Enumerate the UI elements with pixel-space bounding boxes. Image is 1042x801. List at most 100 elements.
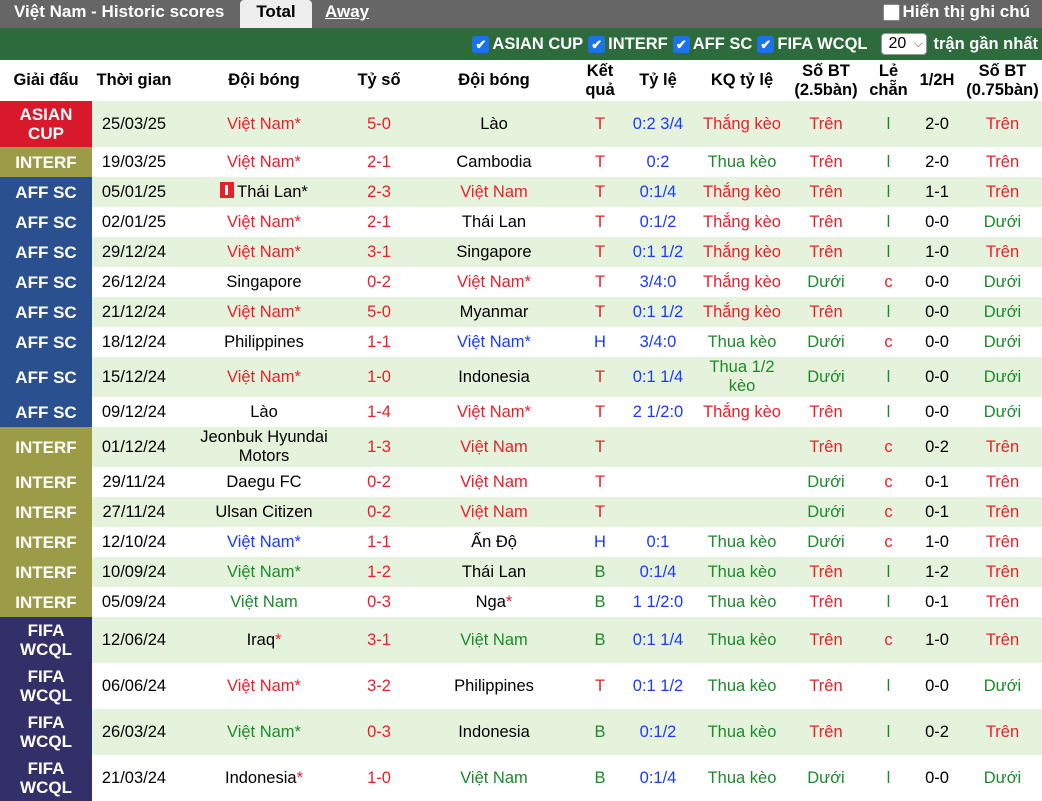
home-team-name: Việt Nam* — [227, 152, 301, 171]
score-cell: 3-2 — [352, 663, 406, 709]
date-cell: 02/01/25 — [92, 207, 176, 237]
check-icon[interactable]: ✔ — [757, 35, 775, 53]
over-under-cell: Trên — [786, 177, 866, 207]
handicap-cell: 0:1 1/4 — [618, 617, 698, 663]
over-under-cell: Trên — [786, 101, 866, 147]
home-team-cell: Indonesia* — [176, 755, 352, 801]
home-team-cell: Việt Nam* — [176, 207, 352, 237]
handicap-cell: 3/4:0 — [618, 327, 698, 357]
half-time-cell: 0-1 — [911, 467, 963, 497]
home-team-name: Việt Nam* — [227, 676, 301, 695]
score-cell: 1-4 — [352, 397, 406, 427]
over-under-cell: Dưới — [786, 327, 866, 357]
home-team-cell: Việt Nam* — [176, 147, 352, 177]
handicap-result-cell: Thắng kèo — [698, 101, 786, 147]
match-count-select[interactable]: 20 ⌵ — [881, 33, 928, 55]
date-cell: 15/12/24 — [92, 357, 176, 397]
over-under-cell: Dưới — [786, 527, 866, 557]
filter-asian-cup[interactable]: ✔ ASIAN CUP — [472, 35, 583, 54]
score-cell: 0-2 — [352, 467, 406, 497]
date-cell: 25/03/25 — [92, 101, 176, 147]
score-cell: 1-2 — [352, 557, 406, 587]
home-team-name: Thái Lan* — [237, 183, 308, 201]
over-under-cell: Trên — [786, 557, 866, 587]
tab-total[interactable]: Total — [240, 0, 312, 28]
filter-label: AFF SC — [692, 34, 753, 53]
competition-cell: AFF SC — [0, 237, 92, 267]
date-cell: 29/11/24 — [92, 467, 176, 497]
over-under-075-cell: Trên — [963, 427, 1042, 467]
check-icon[interactable]: ✔ — [672, 35, 690, 53]
handicap-cell — [618, 497, 698, 527]
over-under-075-cell: Trên — [963, 557, 1042, 587]
handicap-cell: 0:1 1/4 — [618, 357, 698, 397]
over-under-075-cell: Trên — [963, 709, 1042, 755]
score-cell: 1-0 — [352, 755, 406, 801]
away-team-cell: Lào — [406, 101, 582, 147]
table-row: AFF SC 09/12/24 Lào 1-4 Việt Nam* T 2 1/2:0 Thắ… — [0, 397, 1042, 427]
date-cell: 01/12/24 — [92, 427, 176, 467]
check-icon[interactable]: ✔ — [588, 35, 606, 53]
competition-cell: INTERF — [0, 557, 92, 587]
score-cell: 0-3 — [352, 709, 406, 755]
handicap-cell: 0:1/4 — [618, 557, 698, 587]
date-cell: 18/12/24 — [92, 327, 176, 357]
over-under-cell: Dưới — [786, 497, 866, 527]
result-cell: B — [582, 709, 618, 755]
table-row: INTERF 12/10/24 Việt Nam* 1-1 Ấn Độ H 0:1 Thua … — [0, 527, 1042, 557]
away-team-cell: Việt Nam — [406, 497, 582, 527]
competition-cell: INTERF — [0, 587, 92, 617]
home-team-name: Việt Nam* — [227, 562, 301, 581]
odd-even-cell: c — [866, 527, 911, 557]
column-header: Đội bóng — [176, 60, 352, 101]
filter-aff-sc[interactable]: ✔ AFF SC — [672, 34, 753, 54]
over-under-075-cell: Trên — [963, 467, 1042, 497]
score-cell: 2-1 — [352, 207, 406, 237]
show-notes-checkbox[interactable] — [882, 3, 900, 21]
half-time-cell: 0-0 — [911, 755, 963, 801]
tab-away[interactable]: Away — [325, 2, 369, 22]
score-cell: 1-0 — [352, 357, 406, 397]
table-row: FIFA WCQL 26/03/24 Việt Nam* 0-3 Indonesia B 0… — [0, 709, 1042, 755]
odd-even-cell: c — [866, 497, 911, 527]
competition-cell: AFF SC — [0, 397, 92, 427]
top-bar: Việt Nam - Historic scores Total Away Hi… — [0, 0, 1042, 28]
home-team-cell: Ulsan Citizen — [176, 497, 352, 527]
table-row: INTERF 01/12/24 Jeonbuk Hyundai Motors 1-3 V… — [0, 427, 1042, 467]
score-cell: 3-1 — [352, 617, 406, 663]
filter-fifa-wcql[interactable]: ✔ FIFA WCQL — [757, 35, 867, 54]
home-team-name: Lào — [250, 402, 278, 421]
star-marker: * — [275, 630, 282, 649]
over-under-075-cell: Dưới — [963, 663, 1042, 709]
over-under-cell: Trên — [786, 663, 866, 709]
home-team-cell: Thái Lan* — [176, 177, 352, 207]
date-cell: 27/11/24 — [92, 497, 176, 527]
result-cell: B — [582, 587, 618, 617]
score-cell: 5-0 — [352, 297, 406, 327]
star-marker: * — [505, 592, 513, 611]
handicap-result-cell: Thắng kèo — [698, 177, 786, 207]
handicap-result-cell: Thắng kèo — [698, 237, 786, 267]
handicap-result-cell: Thắng kèo — [698, 397, 786, 427]
filter-bar: ✔ ASIAN CUP ✔ INTERF ✔ AFF SC ✔ FIFA WCQ… — [0, 28, 1042, 60]
filter-interf[interactable]: ✔ INTERF — [588, 35, 668, 54]
result-cell: B — [582, 557, 618, 587]
score-cell: 0-2 — [352, 267, 406, 297]
over-under-cell: Trên — [786, 709, 866, 755]
odd-even-cell: l — [866, 557, 911, 587]
check-icon[interactable]: ✔ — [472, 35, 490, 53]
home-team-name: Ulsan Citizen — [215, 502, 313, 521]
column-header: Số BT (0.75bàn) — [963, 60, 1042, 101]
home-team-cell: Việt Nam* — [176, 527, 352, 557]
half-time-cell: 1-1 — [911, 177, 963, 207]
over-under-075-cell: Dưới — [963, 327, 1042, 357]
competition-cell: AFF SC — [0, 207, 92, 237]
date-cell: 19/03/25 — [92, 147, 176, 177]
show-notes-toggle[interactable]: Hiển thị ghi chú — [882, 2, 1030, 22]
competition-cell: ASIAN CUP — [0, 101, 92, 147]
column-header: Giải đấu — [0, 60, 92, 101]
away-team-cell: Thái Lan — [406, 557, 582, 587]
column-header: Kết quả — [582, 60, 618, 101]
handicap-cell: 0:1/2 — [618, 207, 698, 237]
over-under-cell: Trên — [786, 147, 866, 177]
